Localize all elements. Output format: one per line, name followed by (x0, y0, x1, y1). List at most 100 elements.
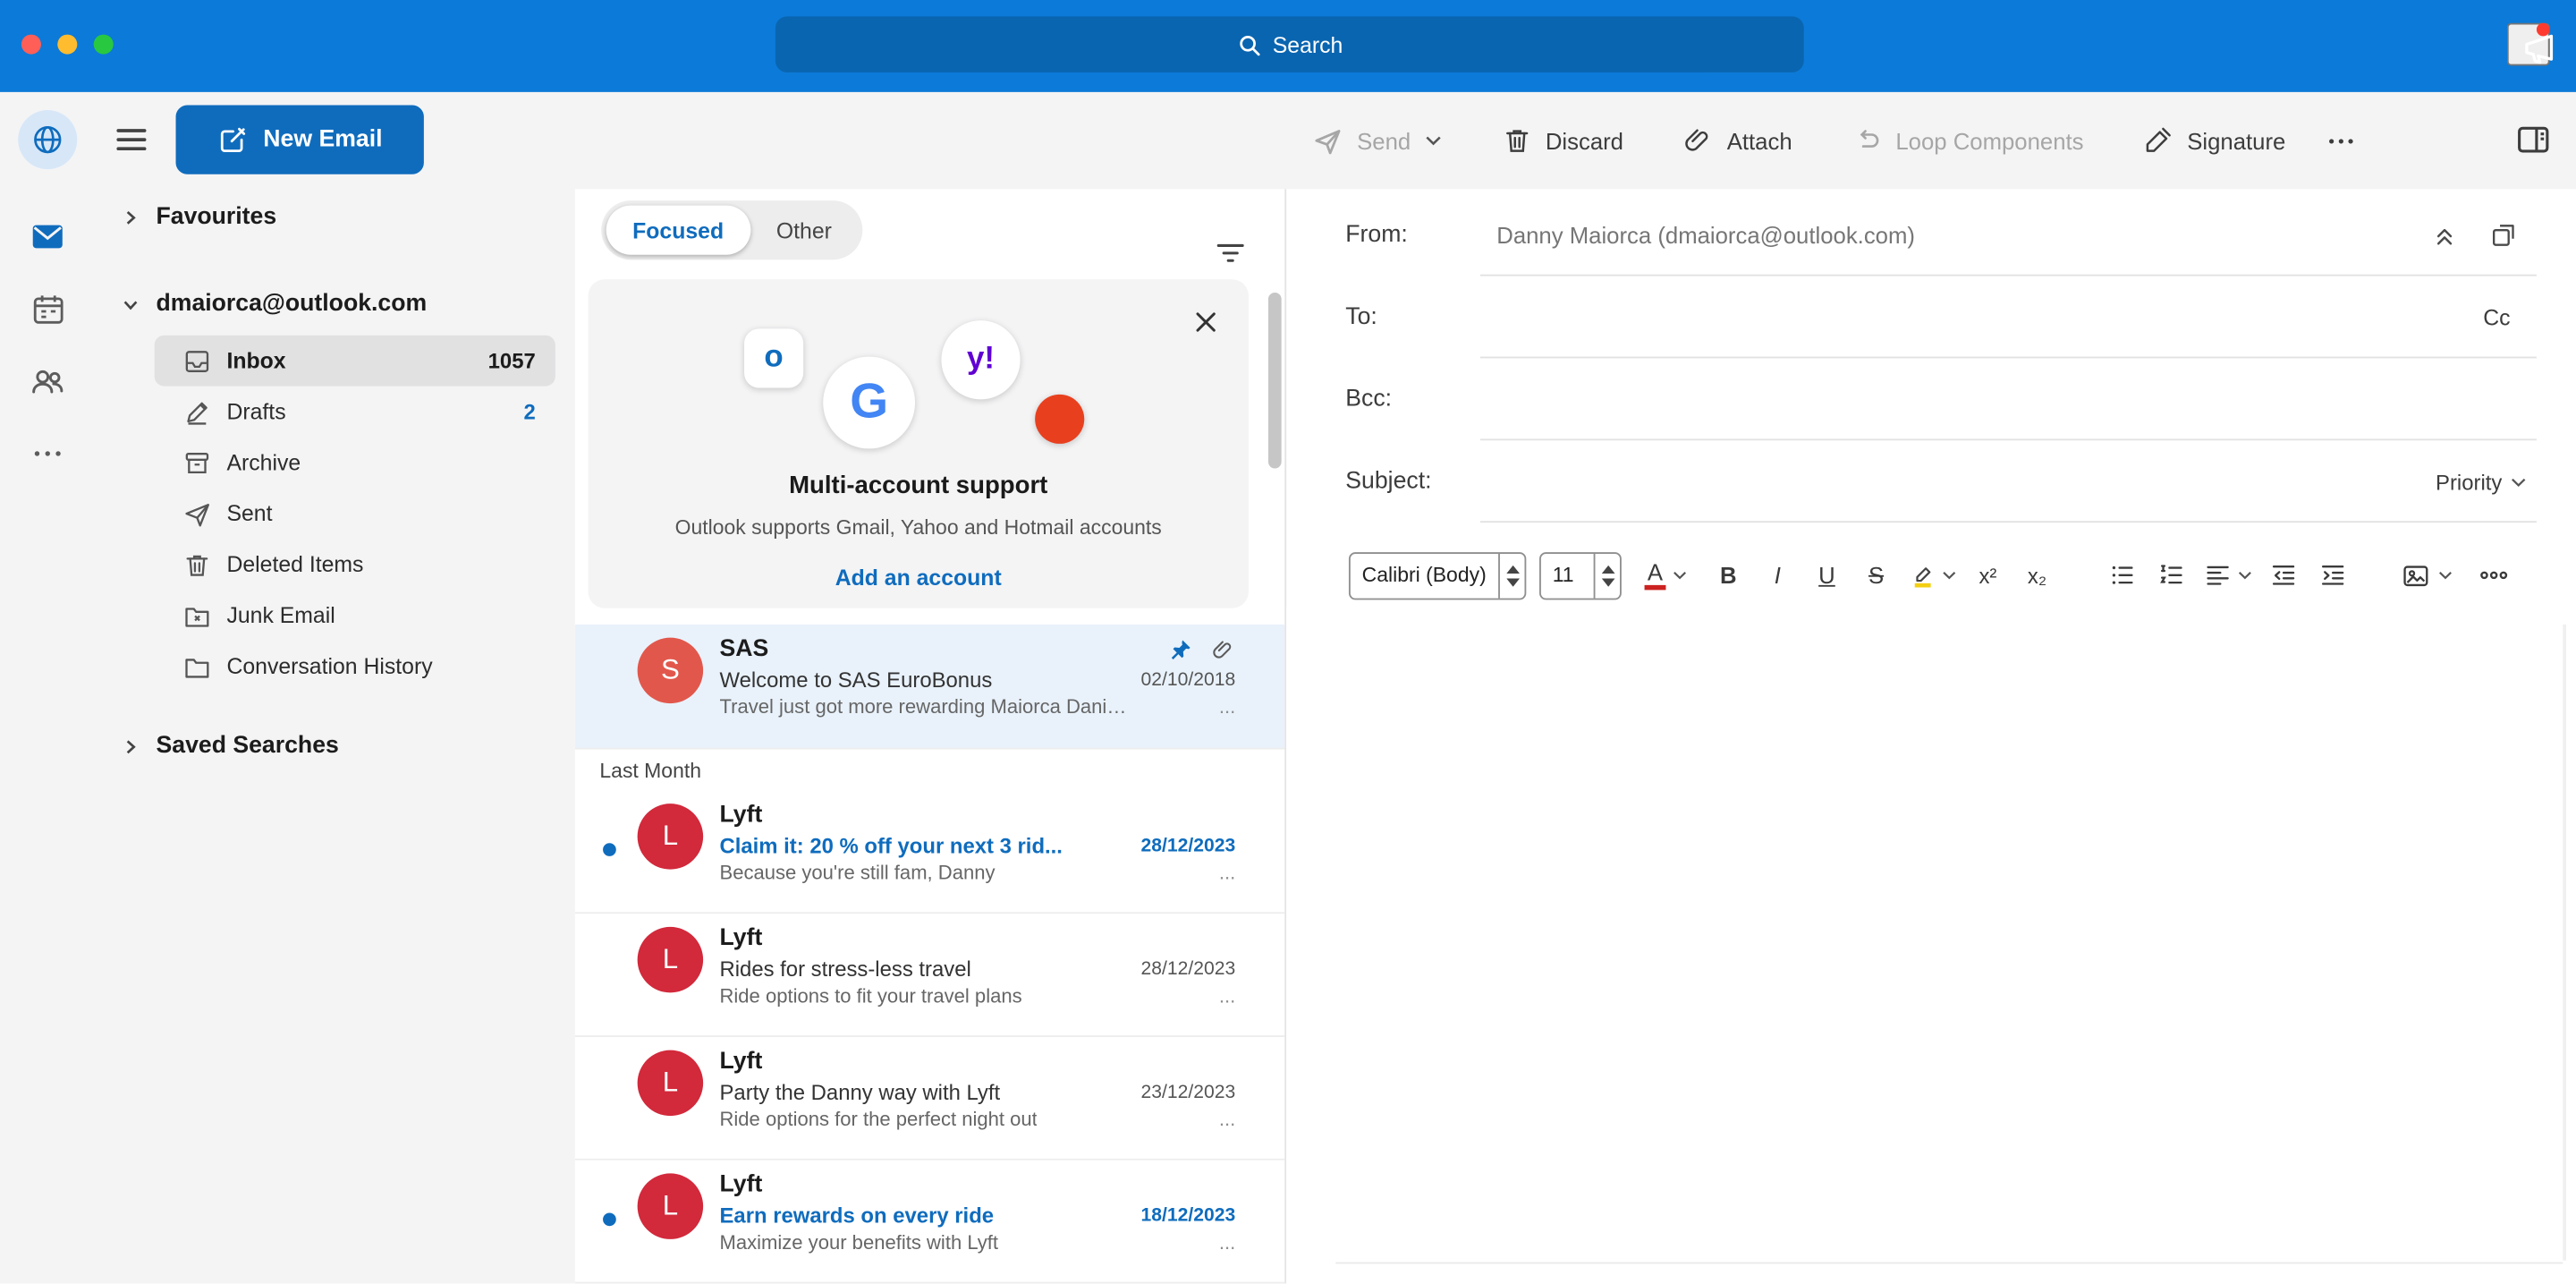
tab-other[interactable]: Other (750, 206, 858, 255)
people-module-icon[interactable] (18, 352, 77, 411)
account-switcher-globe-icon[interactable] (18, 110, 78, 170)
collapse-fields-icon[interactable] (2430, 218, 2463, 251)
from-value[interactable]: Danny Maiorca (dmaiorca@outlook.com) (1496, 222, 1915, 248)
italic-button[interactable]: I (1759, 552, 1795, 598)
folder-label: Conversation History (226, 654, 433, 679)
avatar[interactable]: L (637, 1050, 704, 1117)
email-list-item[interactable]: L Lyft Party the Danny way with Lyft 23/… (574, 1036, 1285, 1161)
mail-module-icon[interactable] (18, 207, 77, 266)
priority-dropdown[interactable]: Priority (2436, 469, 2527, 494)
sidebar-folder-junk-email[interactable]: Junk Email (155, 590, 555, 641)
search-placeholder: Search (1272, 31, 1343, 57)
whats-new-icon[interactable] (2506, 22, 2554, 66)
calendar-module-icon[interactable] (18, 279, 77, 338)
email-overflow[interactable]: ... (1219, 695, 1235, 719)
reading-pane-toggle-icon[interactable] (2513, 120, 2553, 159)
avatar[interactable]: S (637, 637, 704, 704)
font-size-stepper[interactable] (1593, 553, 1620, 598)
avatar[interactable]: L (637, 926, 704, 993)
email-overflow[interactable]: ... (1219, 984, 1235, 1008)
add-account-link[interactable]: Add an account (589, 564, 1249, 591)
superscript-button[interactable]: x² (1970, 552, 2005, 598)
email-date: 28/12/2023 (1140, 835, 1236, 856)
font-color-swatch (1644, 583, 1666, 590)
more-formatting-icon[interactable] (2476, 552, 2512, 598)
sidebar-saved-searches[interactable]: Saved Searches (96, 721, 575, 770)
email-overflow[interactable]: ... (1219, 1108, 1235, 1131)
message-body-editor[interactable] (1286, 606, 2576, 1284)
email-list: S SAS Welcome to SAS EuroBonus 02/10/201… (574, 624, 1285, 1284)
sidebar-favourites[interactable]: Favourites (96, 192, 575, 242)
sidebar-folder-conversation-history[interactable]: Conversation History (155, 641, 555, 692)
send-menu-caret-icon[interactable] (1424, 135, 1442, 147)
subscript-button[interactable]: x₂ (2019, 552, 2055, 598)
font-size-value: 11 (1552, 563, 1574, 587)
email-preview: Ride options to fit your travel plans (719, 984, 1022, 1008)
list-scrollbar[interactable] (1267, 292, 1282, 469)
avatar[interactable]: L (637, 804, 704, 870)
new-email-label: New Email (263, 126, 383, 153)
email-list-item[interactable]: L Lyft Claim it: 20 % off your next 3 ri… (574, 790, 1285, 914)
minimize-window-button[interactable] (57, 34, 78, 55)
indent-icon[interactable] (2315, 552, 2351, 598)
email-date: 18/12/2023 (1140, 1205, 1236, 1226)
sidebar-folder-drafts[interactable]: Drafts 2 (155, 387, 555, 438)
toolbar: New Email Send Discard Attach Loop Compo… (96, 92, 2576, 189)
cc-toggle[interactable]: Cc (2483, 305, 2510, 330)
search-input[interactable]: Search (775, 16, 1804, 72)
zoom-window-button[interactable] (93, 34, 114, 55)
more-actions-button[interactable] (2325, 124, 2358, 157)
email-overflow[interactable]: ... (1219, 861, 1235, 884)
popout-icon[interactable] (2489, 218, 2522, 251)
tab-focused[interactable]: Focused (606, 205, 750, 255)
sidebar-folder-sent[interactable]: Sent (155, 489, 555, 540)
sidebar-folder-deleted-items[interactable]: Deleted Items (155, 539, 555, 590)
email-list-item[interactable]: S SAS Welcome to SAS EuroBonus 02/10/201… (574, 624, 1285, 750)
discard-button[interactable]: Discard (1501, 125, 1623, 157)
sent-icon (185, 503, 209, 526)
align-button[interactable] (2203, 552, 2252, 598)
new-email-button[interactable]: New Email (175, 105, 424, 174)
promo-title: Multi-account support (789, 472, 1048, 500)
chevron-right-icon (126, 739, 136, 753)
strikethrough-button[interactable]: S (1858, 552, 1894, 598)
email-list-item[interactable]: L Lyft Earn rewards on every ride 18/12/… (574, 1160, 1285, 1284)
filter-icon[interactable] (1213, 235, 1249, 271)
drafts-icon (187, 401, 208, 424)
menu-icon[interactable] (112, 120, 151, 159)
signature-button[interactable]: Signature (2143, 125, 2285, 157)
outdent-icon[interactable] (2266, 552, 2301, 598)
sidebar-folder-archive[interactable]: Archive (155, 438, 555, 489)
chevron-down-icon (2439, 572, 2452, 580)
rail-more-icon[interactable] (18, 424, 77, 483)
pin-icon[interactable] (1168, 637, 1193, 662)
from-field[interactable]: From: Danny Maiorca (dmaiorca@outlook.co… (1286, 194, 2576, 276)
subject-field[interactable]: Subject: Priority (1286, 440, 2576, 523)
insert-image-button[interactable] (2400, 552, 2453, 598)
font-name-select[interactable]: Calibri (Body) (1348, 551, 1527, 599)
numbered-list-icon[interactable] (2154, 552, 2190, 598)
bcc-field[interactable]: Bcc: (1286, 358, 2576, 441)
yahoo-logo: y! (941, 320, 1021, 400)
highlight-button[interactable] (1907, 552, 1956, 598)
sidebar-account[interactable]: dmaiorca@outlook.com (96, 277, 575, 330)
sidebar-folder-inbox[interactable]: Inbox 1057 (154, 335, 555, 387)
email-overflow[interactable]: ... (1219, 1231, 1235, 1254)
bold-button[interactable]: B (1710, 552, 1746, 598)
font-color-button[interactable]: A (1644, 552, 1688, 598)
bullet-list-icon[interactable] (2105, 552, 2140, 598)
close-icon[interactable] (1192, 306, 1225, 339)
send-button[interactable]: Send (1311, 124, 1442, 157)
avatar[interactable]: L (637, 1173, 704, 1239)
font-size-select[interactable]: 11 (1539, 551, 1622, 599)
email-list-item[interactable]: L Lyft Rides for stress-less travel 28/1… (574, 914, 1285, 1037)
to-field[interactable]: To: Cc (1286, 276, 2576, 359)
compose-scrollbar[interactable] (2563, 624, 2566, 1261)
align-left-icon (2207, 565, 2229, 585)
close-window-button[interactable] (21, 34, 41, 55)
folder-label: Drafts (226, 399, 286, 424)
attach-button[interactable]: Attach (1682, 125, 1792, 157)
underline-button[interactable]: U (1809, 552, 1844, 598)
loop-components-button[interactable]: Loop Components (1852, 125, 2084, 157)
font-name-stepper[interactable] (1498, 553, 1524, 598)
